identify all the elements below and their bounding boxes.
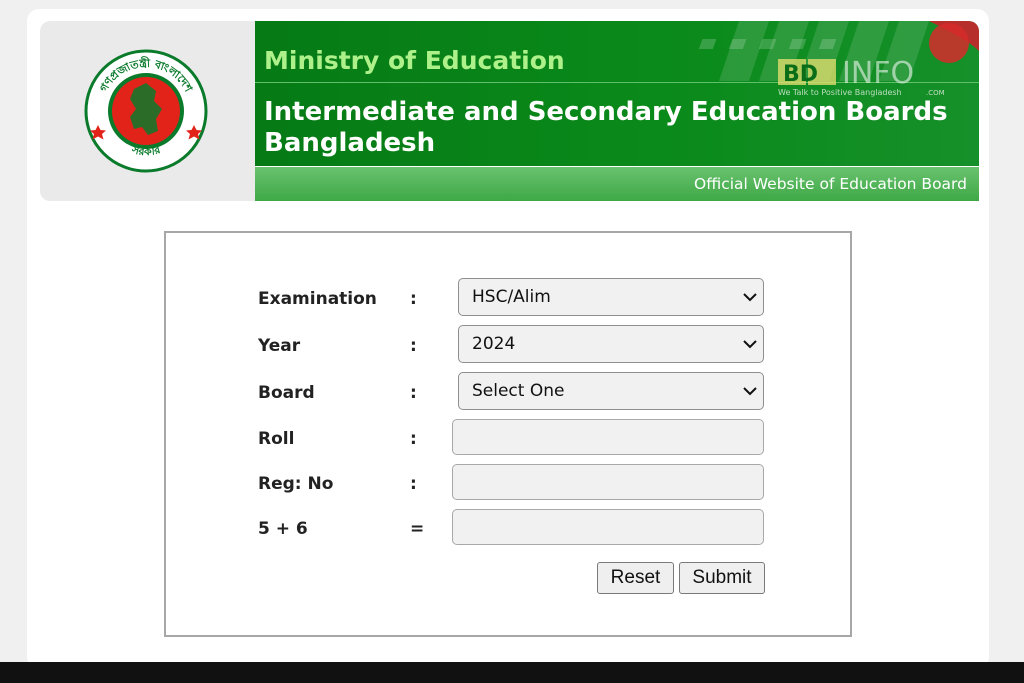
examination-value: HSC/Alim bbox=[472, 287, 551, 307]
roll-label: Roll bbox=[258, 429, 295, 449]
reset-button[interactable]: Reset bbox=[597, 562, 674, 594]
official-text: Official Website of Education Board bbox=[694, 175, 967, 193]
watermark-brand-right: INFO bbox=[842, 56, 914, 91]
government-seal-icon: গণপ্রজাতন্ত্রী বাংলাদেশ সরকার bbox=[84, 49, 208, 173]
result-form: Examination : HSC/Alim Year : 2024 Board… bbox=[164, 231, 852, 637]
watermark-tagline: We Talk to Positive Bangladesh bbox=[778, 88, 902, 97]
watermark-brand-left: BD bbox=[783, 62, 818, 87]
year-value: 2024 bbox=[472, 334, 516, 354]
examination-label: Examination bbox=[258, 289, 377, 309]
submit-button[interactable]: Submit bbox=[679, 562, 765, 594]
roll-colon: : bbox=[410, 429, 417, 449]
examination-colon: : bbox=[410, 289, 417, 309]
official-strip: Official Website of Education Board bbox=[255, 167, 979, 201]
reg-label: Reg: No bbox=[258, 474, 334, 494]
captcha-label: 5 + 6 bbox=[258, 519, 308, 539]
logo-panel: গণপ্রজাতন্ত্রী বাংলাদেশ সরকার bbox=[40, 21, 255, 201]
board-label: Board bbox=[258, 383, 315, 403]
chevron-down-icon bbox=[743, 387, 757, 396]
board-colon: : bbox=[410, 383, 417, 403]
header-banner: Ministry of Education Intermediate and S… bbox=[255, 21, 979, 166]
year-label: Year bbox=[258, 336, 301, 356]
examination-select[interactable]: HSC/Alim bbox=[458, 278, 764, 316]
board-select[interactable]: Select One bbox=[458, 372, 764, 410]
chevron-down-icon bbox=[743, 340, 757, 349]
chevron-down-icon bbox=[743, 293, 757, 302]
reg-input[interactable] bbox=[452, 464, 764, 500]
captcha-equals: = bbox=[410, 519, 425, 539]
year-colon: : bbox=[410, 336, 417, 356]
bottom-bar bbox=[0, 662, 1024, 683]
site-title: Intermediate and Secondary Education Boa… bbox=[264, 97, 948, 158]
ministry-heading: Ministry of Education bbox=[264, 46, 565, 75]
site-header: গণপ্রজাতন্ত্রী বাংলাদেশ সরকার Ministry o… bbox=[40, 21, 979, 201]
captcha-input[interactable] bbox=[452, 509, 764, 545]
watermark-suffix: .COM bbox=[926, 89, 945, 97]
watermark-logo: BD INFO We Talk to Positive Bangladesh .… bbox=[778, 56, 945, 97]
page-card: গণপ্রজাতন্ত্রী বাংলাদেশ সরকার Ministry o… bbox=[27, 9, 989, 669]
year-select[interactable]: 2024 bbox=[458, 325, 764, 363]
reg-colon: : bbox=[410, 474, 417, 494]
board-value: Select One bbox=[472, 381, 565, 401]
roll-input[interactable] bbox=[452, 419, 764, 455]
